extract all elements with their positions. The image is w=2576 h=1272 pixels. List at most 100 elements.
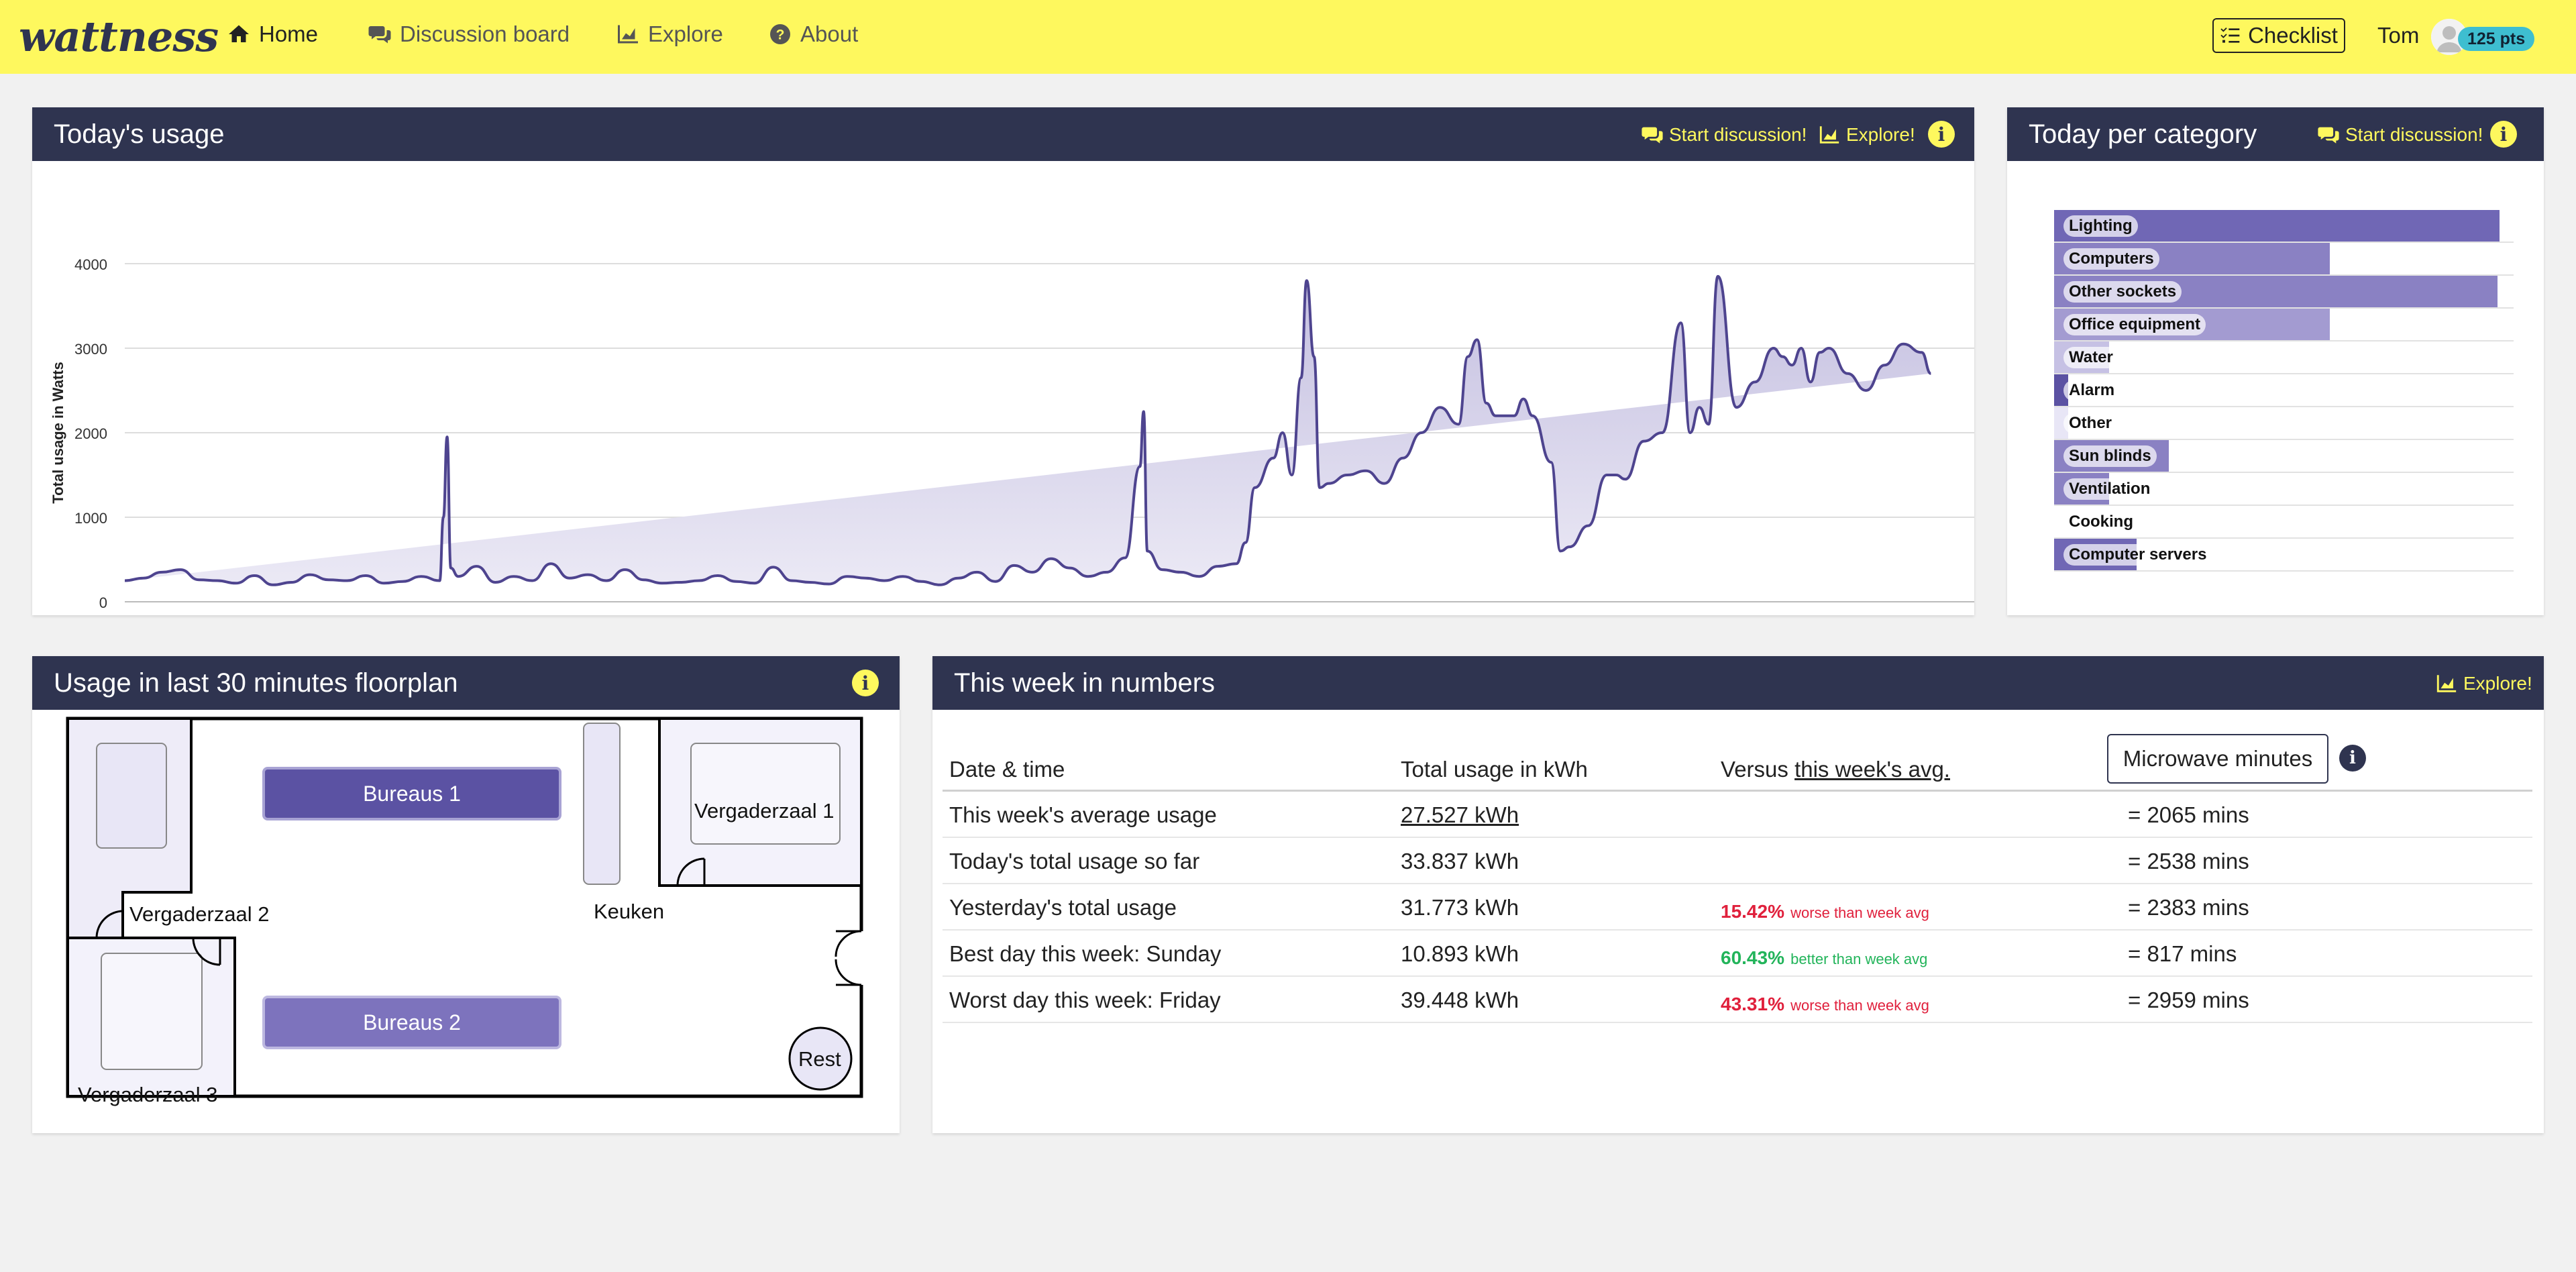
- category-label: Office equipment: [2063, 314, 2206, 335]
- floorplan-header: Usage in last 30 minutes floorplan i: [32, 656, 900, 710]
- row-kwh: 33.837 kWh: [1401, 849, 1519, 873]
- row-minutes: = 817 mins: [2128, 941, 2237, 966]
- start-discussion-link[interactable]: Start discussion!: [1641, 123, 1807, 146]
- nav-discussion-board[interactable]: Discussion board: [368, 21, 570, 47]
- header-total: Total usage in kWh: [1401, 757, 1588, 782]
- label-rest[interactable]: Rest: [798, 1047, 841, 1071]
- nav-explore[interactable]: Explore: [616, 21, 723, 47]
- todays-usage-card: Today's usage Start discussion! Explore!…: [32, 107, 1974, 615]
- points-badge: 125 pts: [2458, 27, 2535, 51]
- info-icon[interactable]: i: [852, 670, 879, 696]
- category-bar-row[interactable]: Cooking: [2054, 506, 2514, 539]
- y-tick-label: 1000: [74, 510, 107, 527]
- svg-text:?: ?: [776, 28, 785, 43]
- label-keuken[interactable]: Keuken: [594, 900, 664, 924]
- category-bar-row[interactable]: Computer servers: [2054, 539, 2514, 572]
- category-label: Other: [2063, 413, 2118, 434]
- usage-area-fill: [125, 276, 1931, 585]
- chart-area-icon: [618, 25, 638, 44]
- category-bar-row[interactable]: Other: [2054, 407, 2514, 440]
- explore-link[interactable]: Explore!: [1818, 123, 1915, 146]
- row-versus: 60.43% better than week avg: [1721, 944, 1927, 969]
- y-tick-label: 4000: [74, 256, 107, 273]
- category-bar-row[interactable]: Alarm: [2054, 374, 2514, 407]
- nav-home-label: Home: [259, 21, 319, 46]
- row-kwh: 31.773 kWh: [1401, 895, 1519, 920]
- category-bar-row[interactable]: Office equipment: [2054, 309, 2514, 341]
- y-tick-label: 2000: [74, 425, 107, 442]
- start-discussion-link[interactable]: Start discussion!: [2317, 123, 2483, 146]
- checklist-label: Checklist: [2248, 23, 2338, 48]
- explore-link[interactable]: Explore!: [2435, 672, 2532, 695]
- comments-icon: [368, 26, 391, 44]
- nav-about-label: About: [800, 21, 859, 46]
- label-vergaderzaal-2[interactable]: Vergaderzaal 2: [129, 902, 270, 926]
- y-tick-label: 0: [99, 594, 107, 611]
- todays-usage-header: Today's usage Start discussion! Explore!…: [32, 107, 1974, 161]
- category-bar-row[interactable]: Lighting: [2054, 210, 2514, 243]
- category-label: Cooking: [2063, 511, 2139, 533]
- explore-label: Explore!: [2463, 673, 2532, 694]
- header-versus: Versus this week's avg.: [1721, 757, 1950, 782]
- todays-usage-title: Today's usage: [54, 119, 225, 149]
- row-minutes: = 2065 mins: [2128, 802, 2249, 827]
- category-label: Sun blinds: [2063, 445, 2157, 467]
- y-tick-label: 3000: [74, 341, 107, 358]
- label-vergaderzaal-1[interactable]: Vergaderzaal 1: [694, 799, 835, 823]
- info-icon[interactable]: i: [2339, 745, 2366, 772]
- category-bar-row[interactable]: Computers: [2054, 243, 2514, 276]
- header-date: Date & time: [949, 757, 1065, 782]
- nav-discussion-label: Discussion board: [400, 21, 570, 46]
- row-label: Worst day this week: Friday: [949, 988, 1221, 1012]
- home-icon: [229, 25, 249, 42]
- per-category-card: Today per category Start discussion! i L…: [2007, 107, 2544, 615]
- row-kwh: 39.448 kWh: [1401, 988, 1519, 1012]
- info-icon[interactable]: i: [1928, 121, 1955, 148]
- row-label: This week's average usage: [949, 802, 1217, 827]
- nav-about[interactable]: ? About: [768, 21, 858, 47]
- category-bar-row[interactable]: Other sockets: [2054, 276, 2514, 309]
- row-label: Today's total usage so far: [949, 849, 1200, 873]
- nav-explore-label: Explore: [648, 21, 723, 46]
- week-avg-link[interactable]: this week's avg.: [1794, 757, 1950, 782]
- info-icon[interactable]: i: [2490, 121, 2517, 148]
- keuken-counter: [583, 723, 621, 885]
- explore-label: Explore!: [1846, 124, 1915, 145]
- category-bar-row[interactable]: Sun blinds: [2054, 440, 2514, 473]
- row-kwh: 10.893 kWh: [1401, 941, 1519, 966]
- table-vergaderzaal-3: [101, 953, 203, 1070]
- label-vergaderzaal-3[interactable]: Vergaderzaal 3: [78, 1083, 218, 1107]
- start-discussion-label: Start discussion!: [2345, 124, 2483, 145]
- checklist-button[interactable]: Checklist: [2212, 18, 2345, 53]
- row-minutes: = 2538 mins: [2128, 849, 2249, 873]
- brand-logo[interactable]: wattness: [19, 12, 219, 61]
- table-vergaderzaal-2: [96, 743, 167, 849]
- row-minutes: = 2959 mins: [2128, 988, 2249, 1012]
- category-label: Water: [2063, 347, 2118, 368]
- row-label: Best day this week: Sunday: [949, 941, 1222, 966]
- per-category-title: Today per category: [2029, 119, 2257, 149]
- category-bar-row[interactable]: Ventilation: [2054, 473, 2514, 506]
- microwave-minutes-button[interactable]: Microwave minutes: [2107, 734, 2328, 784]
- category-label: Lighting: [2063, 215, 2138, 237]
- top-navbar: wattness Home Discussion board Explore ?…: [0, 0, 2576, 74]
- category-label: Computer servers: [2063, 544, 2212, 566]
- per-category-header: Today per category Start discussion! i: [2007, 107, 2544, 161]
- category-label: Other sockets: [2063, 281, 2182, 303]
- table-row: Today's total usage so far 33.837 kWh = 25…: [943, 838, 2532, 884]
- category-label: Computers: [2063, 248, 2159, 270]
- question-circle-icon: ?: [770, 24, 790, 44]
- desk-bureaus-1[interactable]: Bureaus 1: [262, 767, 561, 820]
- table-row: Best day this week: Sunday 10.893 kWh 60.4…: [943, 931, 2532, 977]
- nav-home[interactable]: Home: [227, 21, 318, 47]
- floorplan-title: Usage in last 30 minutes floorplan: [54, 668, 458, 698]
- list-check-icon: [2220, 28, 2240, 43]
- y-axis-label: Total usage in Watts: [50, 362, 66, 503]
- desk-bureaus-2[interactable]: Bureaus 2: [262, 996, 561, 1049]
- category-bar-row[interactable]: Water: [2054, 341, 2514, 374]
- row-pct-note: worse than week avg: [1790, 997, 1929, 1014]
- user-name[interactable]: Tom: [2377, 23, 2419, 48]
- row-versus: 43.31% worse than week avg: [1721, 990, 1929, 1016]
- row-kwh[interactable]: 27.527 kWh: [1401, 802, 1519, 828]
- this-week-title: This week in numbers: [954, 668, 1216, 698]
